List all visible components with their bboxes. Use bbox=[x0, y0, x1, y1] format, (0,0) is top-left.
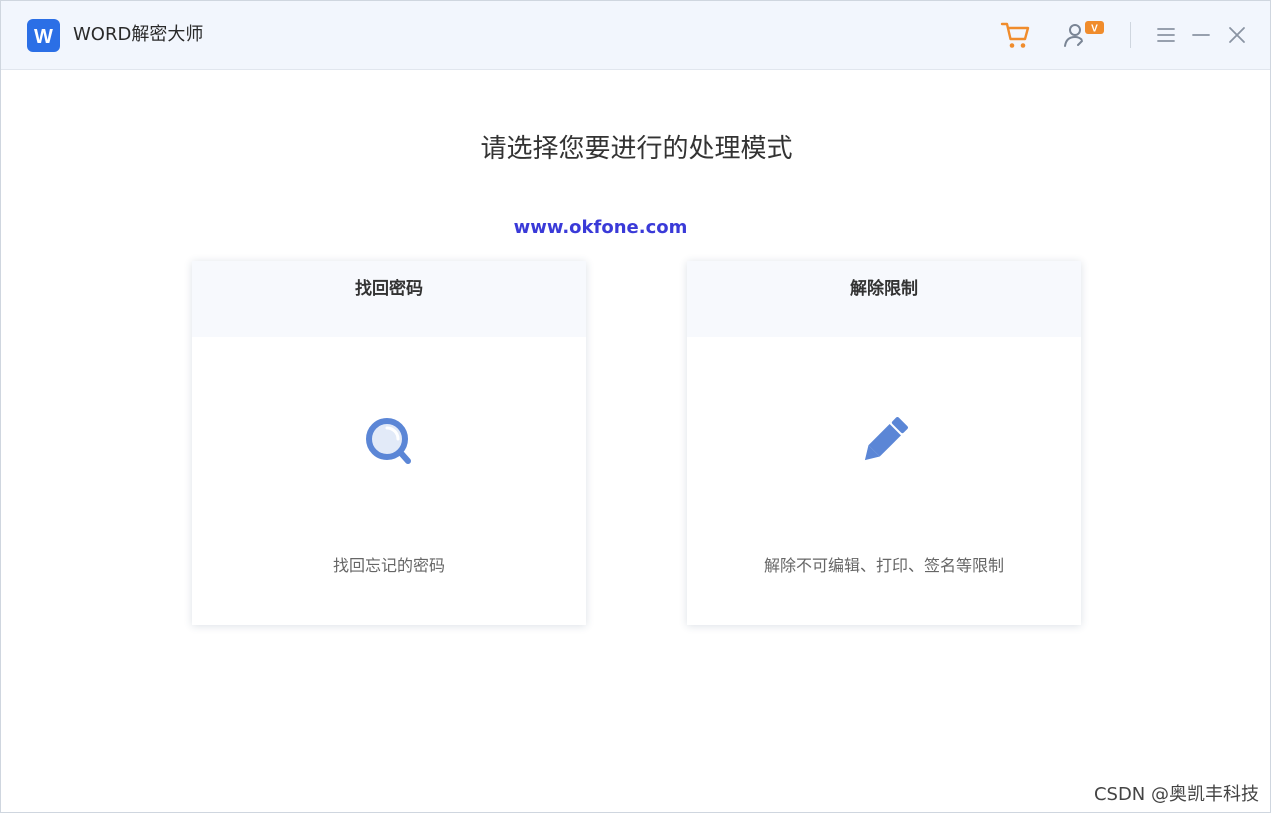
vip-badge-text: V bbox=[1091, 24, 1098, 35]
card-description: 找回忘记的密码 bbox=[332, 556, 445, 575]
page-heading: 请选择您要进行的处理模式 bbox=[480, 134, 793, 164]
logo-letter: W bbox=[34, 26, 53, 48]
minimize-icon[interactable] bbox=[1188, 22, 1214, 48]
magnifier-icon bbox=[359, 411, 419, 471]
title-bar[interactable]: W WORD解密大师 V bbox=[1, 1, 1270, 70]
word-logo-icon: W bbox=[27, 19, 60, 52]
menu-icon[interactable] bbox=[1153, 22, 1179, 48]
remove-restrictions-card[interactable]: 解除限制 解除不可编辑、打印、签名等限制 bbox=[687, 261, 1081, 625]
app-title: WORD解密大师 bbox=[73, 24, 204, 45]
titlebar-divider bbox=[1130, 22, 1131, 48]
card-title: 解除限制 bbox=[687, 261, 1081, 337]
card-description: 解除不可编辑、打印、签名等限制 bbox=[763, 556, 1004, 575]
csdn-watermark: CSDN @奥凯丰科技 bbox=[1093, 784, 1259, 805]
card-title: 找回密码 bbox=[192, 261, 586, 337]
close-icon[interactable] bbox=[1224, 22, 1250, 48]
cart-icon[interactable] bbox=[999, 19, 1031, 51]
app-window: W WORD解密大师 V 请选择您要进行的处理模式 www.okfone.com… bbox=[0, 0, 1271, 813]
pencil-icon bbox=[854, 411, 914, 471]
site-watermark: www.okfone.com bbox=[513, 217, 688, 238]
user-account-icon[interactable]: V bbox=[1061, 19, 1107, 51]
recover-password-card[interactable]: 找回密码 找回忘记的密码 bbox=[192, 261, 586, 625]
